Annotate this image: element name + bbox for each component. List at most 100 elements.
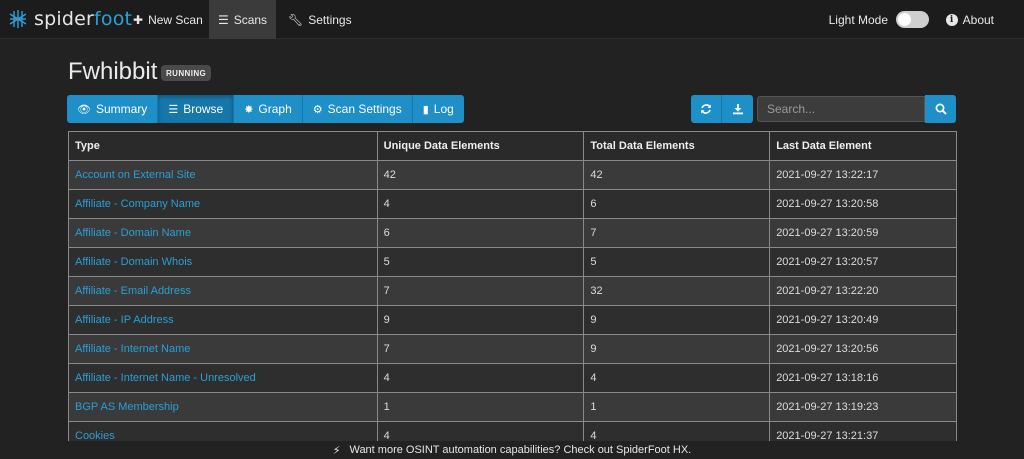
search-button[interactable] xyxy=(925,95,956,123)
cell-type: BGP AS Membership xyxy=(68,392,378,422)
nav-scans[interactable]: ☰ Scans xyxy=(209,0,276,39)
cell-unique-count: 4 xyxy=(376,363,585,393)
column-header-unique[interactable]: Unique Data Elements xyxy=(376,131,585,161)
table-row: Affiliate - Internet Name 7 9 2021-09-27 13… xyxy=(68,334,957,364)
promo-text[interactable]: Want more OSINT automation capabilities?… xyxy=(349,444,691,456)
nav-settings-label: Settings xyxy=(308,12,352,27)
graph-icon: ✸ xyxy=(244,103,254,116)
status-badge: RUNNING xyxy=(161,65,212,81)
data-type-link[interactable]: Affiliate - Internet Name xyxy=(75,343,190,355)
table-row: BGP AS Membership 1 1 2021-09-27 13:19:23 xyxy=(68,392,957,422)
tab-log[interactable]: ▮ Log xyxy=(412,95,464,123)
data-type-link[interactable]: Affiliate - IP Address xyxy=(75,314,174,326)
table-row: Affiliate - IP Address 9 9 2021-09-27 13:20… xyxy=(68,305,957,335)
light-mode-control: Light Mode xyxy=(829,0,929,39)
tab-summary-label: Summary xyxy=(95,102,148,116)
brand-logo-link[interactable]: spiderfoot xyxy=(8,7,132,31)
bolt-icon: ⚡︎ xyxy=(332,444,341,457)
action-buttons xyxy=(691,95,753,123)
nav-about[interactable]: i About xyxy=(945,0,994,39)
cell-last-element: 2021-09-27 13:18:16 xyxy=(769,363,957,393)
column-header-total[interactable]: Total Data Elements xyxy=(583,131,771,161)
cell-total-count: 9 xyxy=(583,305,771,335)
cell-total-count: 5 xyxy=(583,247,771,277)
table-row: Affiliate - Domain Whois 5 5 2021-09-27 13:… xyxy=(68,247,957,277)
table-row: Affiliate - Company Name 4 6 2021-09-27 13:… xyxy=(68,189,957,219)
data-type-link[interactable]: Affiliate - Internet Name - Unresolved xyxy=(75,372,256,384)
nav-scans-label: Scans xyxy=(233,12,268,27)
table-header-row: Type Unique Data Elements Total Data Ele… xyxy=(68,131,957,161)
cell-last-element: 2021-09-27 13:20:56 xyxy=(769,334,957,364)
cell-total-count: 6 xyxy=(583,189,771,219)
download-button[interactable] xyxy=(722,95,753,123)
brand-name: spiderfoot xyxy=(34,8,133,30)
cell-total-count: 42 xyxy=(583,160,771,190)
column-header-type[interactable]: Type xyxy=(68,131,378,161)
cell-last-element: 2021-09-27 13:20:58 xyxy=(769,189,957,219)
tab-summary[interactable]: 👁︎ Summary xyxy=(67,95,159,123)
toggle-knob xyxy=(898,13,911,26)
table-row: Affiliate - Internet Name - Unresolved 4 4… xyxy=(68,363,957,393)
plus-icon: ✚ xyxy=(133,12,144,27)
nav-settings[interactable]: 🔧︎ Settings xyxy=(276,0,364,39)
refresh-icon xyxy=(701,104,711,114)
tab-browse[interactable]: ☰ Browse xyxy=(158,95,235,123)
book-icon: ▮ xyxy=(422,103,429,116)
light-mode-label: Light Mode xyxy=(828,12,888,27)
tab-scan-settings[interactable]: ⚙ Scan Settings xyxy=(302,95,413,123)
refresh-button[interactable] xyxy=(691,95,722,123)
search-input[interactable] xyxy=(757,96,925,122)
data-type-link[interactable]: BGP AS Membership xyxy=(75,401,179,413)
spider-logo-icon xyxy=(9,10,27,28)
column-header-last[interactable]: Last Data Element xyxy=(769,131,957,161)
cell-type: Affiliate - Email Address xyxy=(68,276,378,306)
tab-graph[interactable]: ✸ Graph xyxy=(234,95,303,123)
table-row: Affiliate - Domain Name 6 7 2021-09-27 13:2… xyxy=(68,218,957,248)
tab-graph-label: Graph xyxy=(258,102,292,116)
cell-type: Account on External Site xyxy=(68,160,378,190)
nav-new-scan[interactable]: ✚ New Scan xyxy=(121,0,215,39)
nav-new-scan-label: New Scan xyxy=(148,12,203,27)
cell-total-count: 4 xyxy=(583,363,771,393)
list-icon: ☰ xyxy=(217,12,229,27)
cell-last-element: 2021-09-27 13:20:49 xyxy=(769,305,957,335)
scan-tab-bar: 👁︎ Summary ☰ Browse ✸ Graph ⚙ Scan Setti… xyxy=(67,95,464,123)
cell-type: Affiliate - Company Name xyxy=(68,189,378,219)
tab-browse-label: Browse xyxy=(183,102,224,116)
cell-type: Affiliate - IP Address xyxy=(68,305,378,335)
cell-unique-count: 9 xyxy=(376,305,585,335)
cell-last-element: 2021-09-27 13:20:59 xyxy=(769,218,957,248)
cell-last-element: 2021-09-27 13:22:17 xyxy=(769,160,957,190)
table-row: Affiliate - Email Address 7 32 2021-09-27 1… xyxy=(68,276,957,306)
download-icon xyxy=(732,104,743,115)
data-type-link[interactable]: Account on External Site xyxy=(75,169,195,181)
cell-type: Affiliate - Domain Name xyxy=(68,218,378,248)
wrench-icon: 🔧︎ xyxy=(288,12,304,27)
search-icon xyxy=(935,103,947,115)
data-type-link[interactable]: Affiliate - Company Name xyxy=(75,198,200,210)
tab-log-label: Log xyxy=(433,102,454,116)
cell-unique-count: 4 xyxy=(376,189,585,219)
eye-icon: 👁︎ xyxy=(77,103,91,116)
promo-banner: ⚡︎ Want more OSINT automation capabiliti… xyxy=(0,441,1024,459)
cell-last-element: 2021-09-27 13:20:57 xyxy=(769,247,957,277)
cell-unique-count: 7 xyxy=(376,334,585,364)
data-type-link[interactable]: Affiliate - Email Address xyxy=(75,285,191,297)
cell-unique-count: 6 xyxy=(376,218,585,248)
nav-about-label: About xyxy=(962,12,994,27)
table-row: Account on External Site 42 42 2021-09-27 1… xyxy=(68,160,957,190)
light-mode-toggle[interactable] xyxy=(896,11,929,28)
list-icon: ☰ xyxy=(168,103,179,116)
cell-unique-count: 1 xyxy=(376,392,585,422)
cell-type: Affiliate - Internet Name - Unresolved xyxy=(68,363,378,393)
scan-title: Fwhibbit xyxy=(68,58,158,85)
cell-total-count: 1 xyxy=(583,392,771,422)
cell-total-count: 32 xyxy=(583,276,771,306)
cell-type: Affiliate - Internet Name xyxy=(68,334,378,364)
data-type-link[interactable]: Affiliate - Domain Name xyxy=(75,227,191,239)
top-navbar: spiderfoot ✚ New Scan ☰ Scans 🔧︎ Setting… xyxy=(0,0,1024,39)
cell-total-count: 7 xyxy=(583,218,771,248)
tab-scan-settings-label: Scan Settings xyxy=(327,102,402,116)
data-type-link[interactable]: Affiliate - Domain Whois xyxy=(75,256,192,268)
cell-type: Affiliate - Domain Whois xyxy=(68,247,378,277)
